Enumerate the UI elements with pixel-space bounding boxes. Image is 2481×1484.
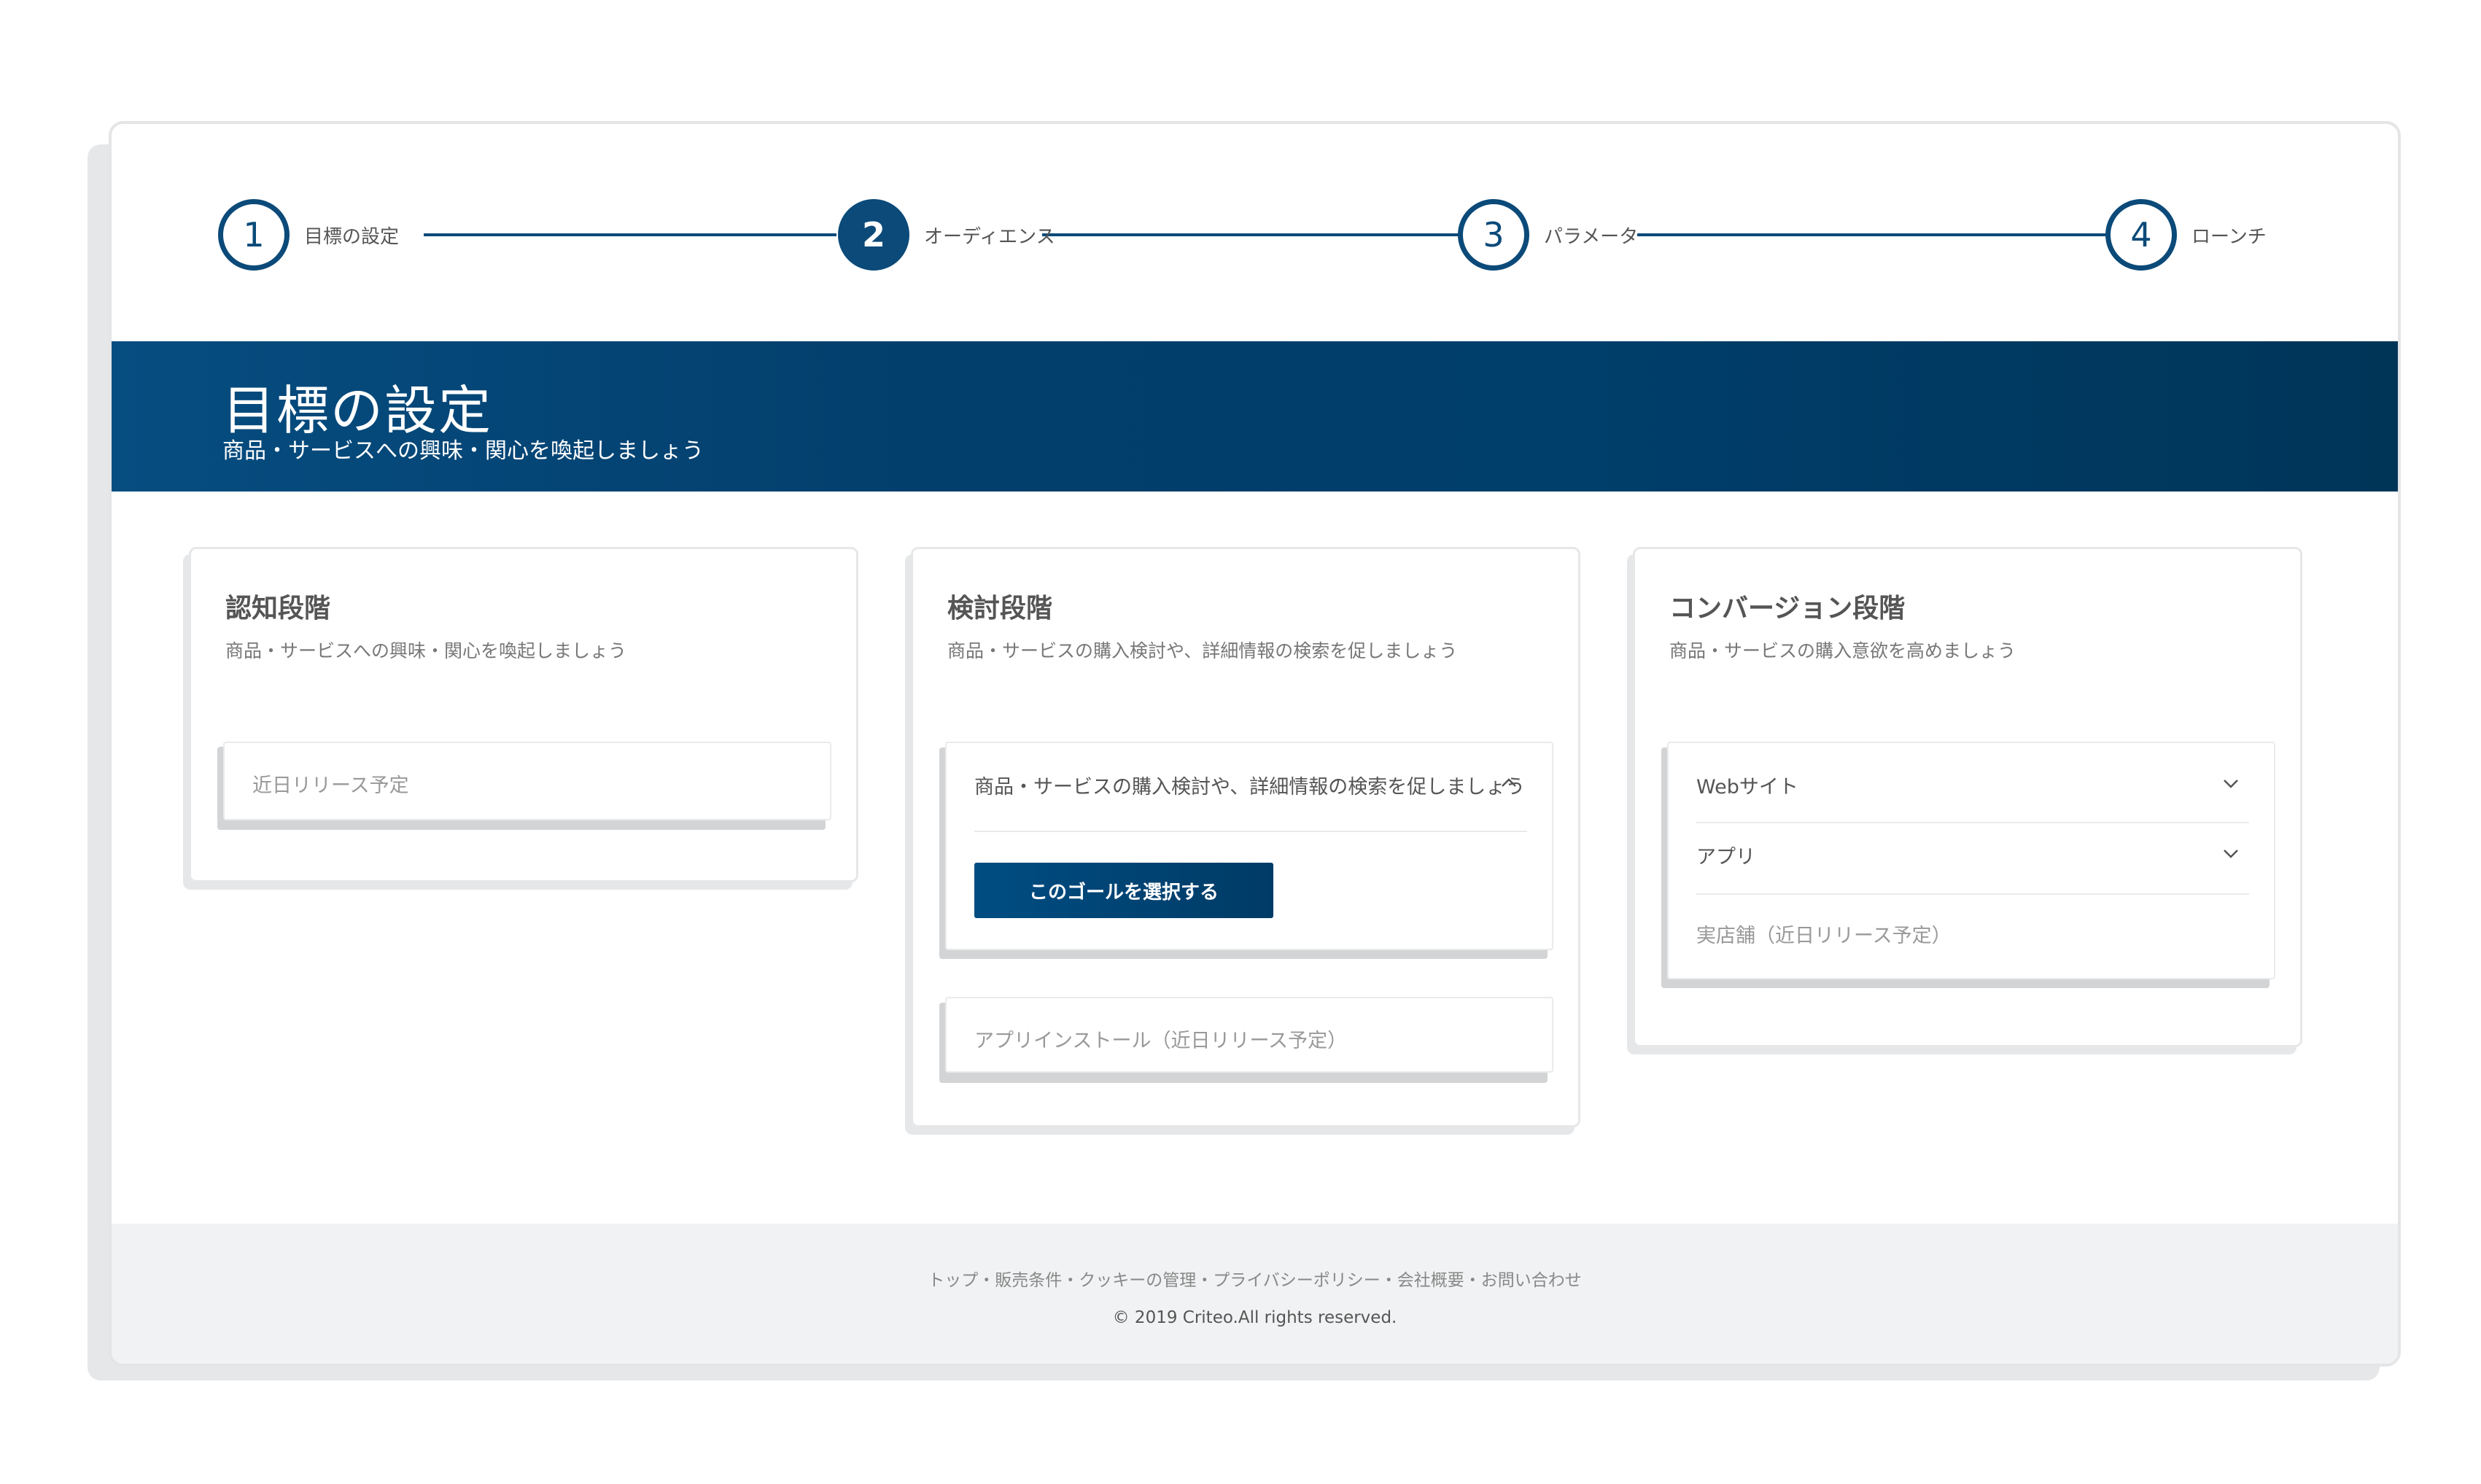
footer-link-privacy[interactable]: プライバシーポリシー	[1213, 1271, 1381, 1290]
footer-separator: ・	[978, 1271, 995, 1290]
footer-link-company[interactable]: 会社概要	[1397, 1271, 1464, 1290]
option-label: 実店舗（近日リリース予定）	[1696, 925, 1952, 947]
page-header-banner: 目標の設定 商品・サービスへの興味・関心を喚起しましょう	[112, 341, 2398, 492]
option-label: Webサイト	[1696, 776, 1798, 799]
step-number: 4	[2105, 199, 2177, 271]
option-label: 商品・サービスの購入検討や、詳細情報の検索を促しましょう	[974, 776, 1526, 799]
conversion-options-list: Webサイト アプリ 実店舗（近日リリース予定）	[1667, 742, 2275, 979]
footer-links: トップ・販売条件・クッキーの管理・プライバシーポリシー・会社概要・お問い合わせ	[112, 1266, 2398, 1291]
footer: トップ・販売条件・クッキーの管理・プライバシーポリシー・会社概要・お問い合わせ …	[112, 1224, 2398, 1364]
card-title: コンバージョン段階	[1669, 594, 1906, 623]
card-conversion: コンバージョン段階 商品・サービスの購入意欲を高めましょう Webサイト アプリ…	[1633, 547, 2302, 1047]
step-connector	[424, 233, 836, 236]
card-awareness: 認知段階 商品・サービスへの興味・関心を喚起しましょう 近日リリース予定	[189, 547, 858, 882]
option-divider	[974, 831, 1527, 832]
step-audience[interactable]: 2 オーディエンス	[838, 199, 1055, 271]
card-title: 認知段階	[225, 594, 331, 623]
step-launch[interactable]: 4 ローンチ	[2105, 199, 2267, 271]
card-description: 商品・サービスの購入意欲を高めましょう	[1669, 640, 2016, 661]
step-label: 目標の設定	[304, 225, 400, 248]
option-label: アプリインストール（近日リリース予定）	[974, 1030, 1348, 1052]
progress-stepper: 1 目標の設定 2 オーディエンス 3 パラメータ 4 ローンチ	[112, 124, 2398, 343]
copyright: © 2019 Criteo.All rights reserved.	[1112, 1308, 1397, 1327]
step-connector	[1042, 233, 1461, 236]
app-window: 1 目標の設定 2 オーディエンス 3 パラメータ 4 ローンチ 目標の設定 商…	[109, 121, 2401, 1367]
option-consideration-expanded[interactable]: 商品・サービスの購入検討や、詳細情報の検索を促しましょう このゴールを選択する	[945, 742, 1553, 950]
footer-link-top[interactable]: トップ	[928, 1271, 978, 1290]
step-parameters[interactable]: 3 パラメータ	[1458, 199, 1639, 271]
step-label: パラメータ	[1544, 225, 1639, 248]
step-number: 3	[1458, 199, 1529, 271]
chevron-down-icon[interactable]	[2223, 775, 2239, 791]
footer-separator: ・	[1464, 1271, 1481, 1290]
option-app[interactable]: アプリ	[1669, 823, 2274, 893]
card-consideration: 検討段階 商品・サービスの購入検討や、詳細情報の検索を促しましょう 商品・サービ…	[911, 547, 1580, 1127]
footer-separator: ・	[1196, 1271, 1214, 1290]
option-app-install-coming-soon: アプリインストール（近日リリース予定）	[945, 997, 1553, 1073]
step-number: 2	[838, 199, 909, 271]
footer-link-terms[interactable]: 販売条件	[995, 1271, 1062, 1290]
card-title: 検討段階	[947, 594, 1053, 623]
footer-link-cookies[interactable]: クッキーの管理	[1079, 1271, 1196, 1290]
footer-separator: ・	[1062, 1271, 1079, 1290]
option-label: アプリ	[1696, 846, 1755, 869]
option-website[interactable]: Webサイト	[1669, 743, 2274, 822]
select-goal-button[interactable]: このゴールを選択する	[974, 863, 1273, 918]
option-label: 近日リリース予定	[252, 774, 409, 797]
footer-link-contact[interactable]: お問い合わせ	[1481, 1271, 1582, 1290]
footer-separator: ・	[1380, 1271, 1397, 1290]
step-label: ローンチ	[2191, 225, 2267, 248]
step-goal[interactable]: 1 目標の設定	[218, 199, 400, 271]
step-number: 1	[218, 199, 290, 271]
chevron-down-icon[interactable]	[2223, 845, 2239, 861]
card-description: 商品・サービスの購入検討や、詳細情報の検索を促しましょう	[947, 640, 1458, 661]
page-subtitle: 商品・サービスへの興味・関心を喚起しましょう	[222, 438, 704, 464]
step-connector	[1637, 233, 2110, 236]
card-description: 商品・サービスへの興味・関心を喚起しましょう	[225, 640, 627, 661]
chevron-up-icon[interactable]	[1501, 775, 1517, 791]
option-awareness-coming-soon: 近日リリース予定	[223, 742, 831, 820]
option-store-coming-soon: 実店舗（近日リリース予定）	[1669, 895, 2274, 968]
step-label: オーディエンス	[924, 225, 1055, 248]
